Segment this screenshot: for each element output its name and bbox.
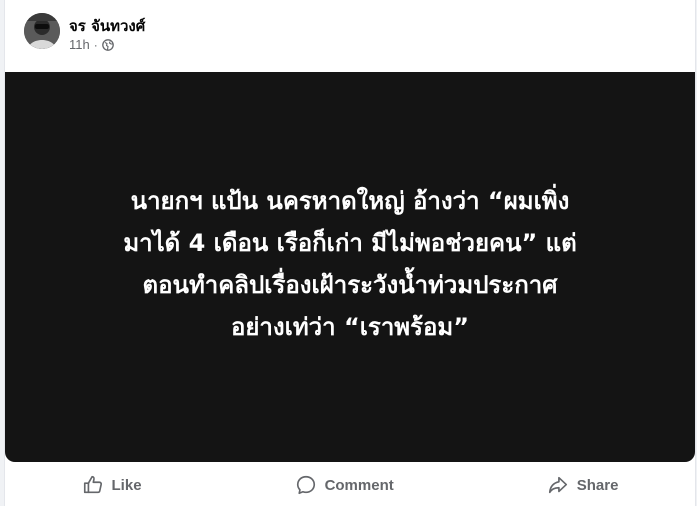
- comment-label: Comment: [324, 476, 394, 494]
- post-image[interactable]: นายกฯ แป้น นครหาดใหญ่ อ้างว่า “ผมเพิ่ง ม…: [5, 72, 695, 462]
- globe-icon: [101, 38, 114, 51]
- author-name[interactable]: จร จันทวงศ์: [69, 14, 145, 38]
- image-caption-text: นายกฯ แป้น นครหาดใหญ่ อ้างว่า “ผมเพิ่ง ม…: [123, 187, 577, 341]
- like-button[interactable]: Like: [66, 468, 158, 502]
- avatar-photo-icon: [24, 13, 60, 49]
- share-arrow-icon: [548, 476, 567, 494]
- comment-bubble-icon: [296, 475, 315, 495]
- like-label: Like: [111, 476, 142, 494]
- post-header: จร จันทวงศ์ 11h ·: [5, 0, 695, 72]
- post-timestamp[interactable]: 11h: [69, 37, 90, 52]
- thumbs-up-icon: [83, 475, 102, 494]
- post-card: จร จันทวงศ์ 11h · นายกฯ แป้น นครหาดใหญ่ …: [4, 0, 696, 506]
- share-button[interactable]: Share: [531, 468, 635, 502]
- post-meta: 11h ·: [69, 37, 114, 52]
- meta-separator: ·: [93, 37, 98, 52]
- avatar[interactable]: [24, 13, 60, 49]
- share-label: Share: [576, 476, 619, 494]
- comment-button[interactable]: Comment: [279, 468, 410, 502]
- action-bar: Like Comment Share: [5, 466, 695, 504]
